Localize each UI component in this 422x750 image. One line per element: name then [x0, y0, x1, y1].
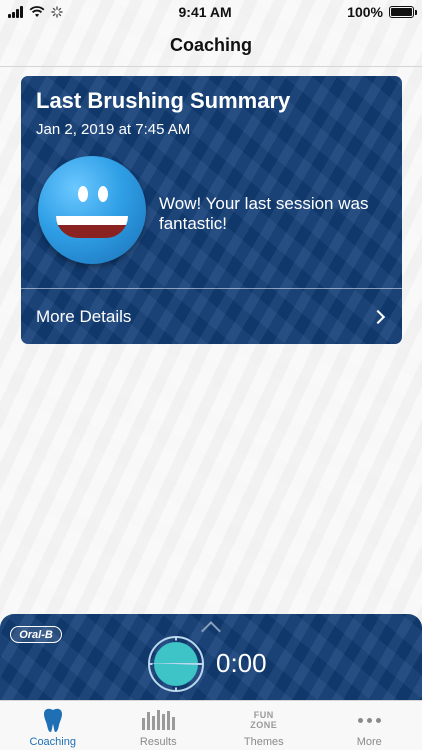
status-left: [8, 6, 63, 18]
right-eye: [98, 186, 108, 202]
brushing-timer-panel[interactable]: Oral-B 0:00: [0, 614, 422, 700]
fun-zone-icon: FUN ZONE: [250, 710, 278, 730]
status-right: 100%: [347, 4, 417, 20]
wifi-icon: [29, 6, 45, 17]
tab-bar: Coaching Results FUN ZONE Themes More: [0, 700, 422, 750]
bar-chart-icon: [141, 706, 175, 734]
tab-more[interactable]: More: [317, 701, 422, 750]
battery-percentage: 100%: [347, 4, 383, 20]
ellipsis-icon: [357, 706, 381, 734]
tab-coaching[interactable]: Coaching: [0, 701, 106, 750]
brushing-summary-card: Last Brushing Summary Jan 2, 2019 at 7:4…: [21, 76, 402, 344]
timer-core: [154, 642, 198, 686]
nav-divider: [0, 66, 422, 67]
timer-display: 0:00: [216, 648, 267, 678]
tab-label-results: Results: [139, 736, 177, 748]
smile-mouth: [56, 216, 128, 238]
activity-spinner-icon: [51, 6, 63, 18]
status-bar: 9:41 AM 100%: [0, 0, 422, 24]
tab-label-coaching: Coaching: [29, 736, 76, 748]
tab-label-themes: Themes: [243, 736, 284, 748]
more-details-button[interactable]: More Details: [21, 289, 402, 344]
timer-ring-icon: [148, 636, 204, 692]
left-eye: [78, 186, 88, 202]
session-message: Wow! Your last session was fantastic!: [159, 194, 369, 233]
tooth-icon: [42, 706, 64, 734]
battery-icon: [388, 6, 417, 18]
chevron-right-icon: [370, 309, 386, 324]
smiley-face-icon: [38, 156, 146, 264]
tab-results[interactable]: Results: [106, 701, 212, 750]
more-details-label: More Details: [36, 306, 132, 326]
status-time: 9:41 AM: [178, 4, 232, 20]
tab-themes[interactable]: FUN ZONE Themes: [211, 701, 317, 750]
session-date: Jan 2, 2019 at 7:45 AM: [36, 121, 191, 138]
cellular-signal-icon: [8, 6, 23, 18]
oral-b-logo: Oral-B: [10, 626, 62, 643]
card-title: Last Brushing Summary: [36, 88, 291, 113]
page-title: Coaching: [169, 35, 252, 55]
tab-label-more: More: [356, 736, 382, 748]
